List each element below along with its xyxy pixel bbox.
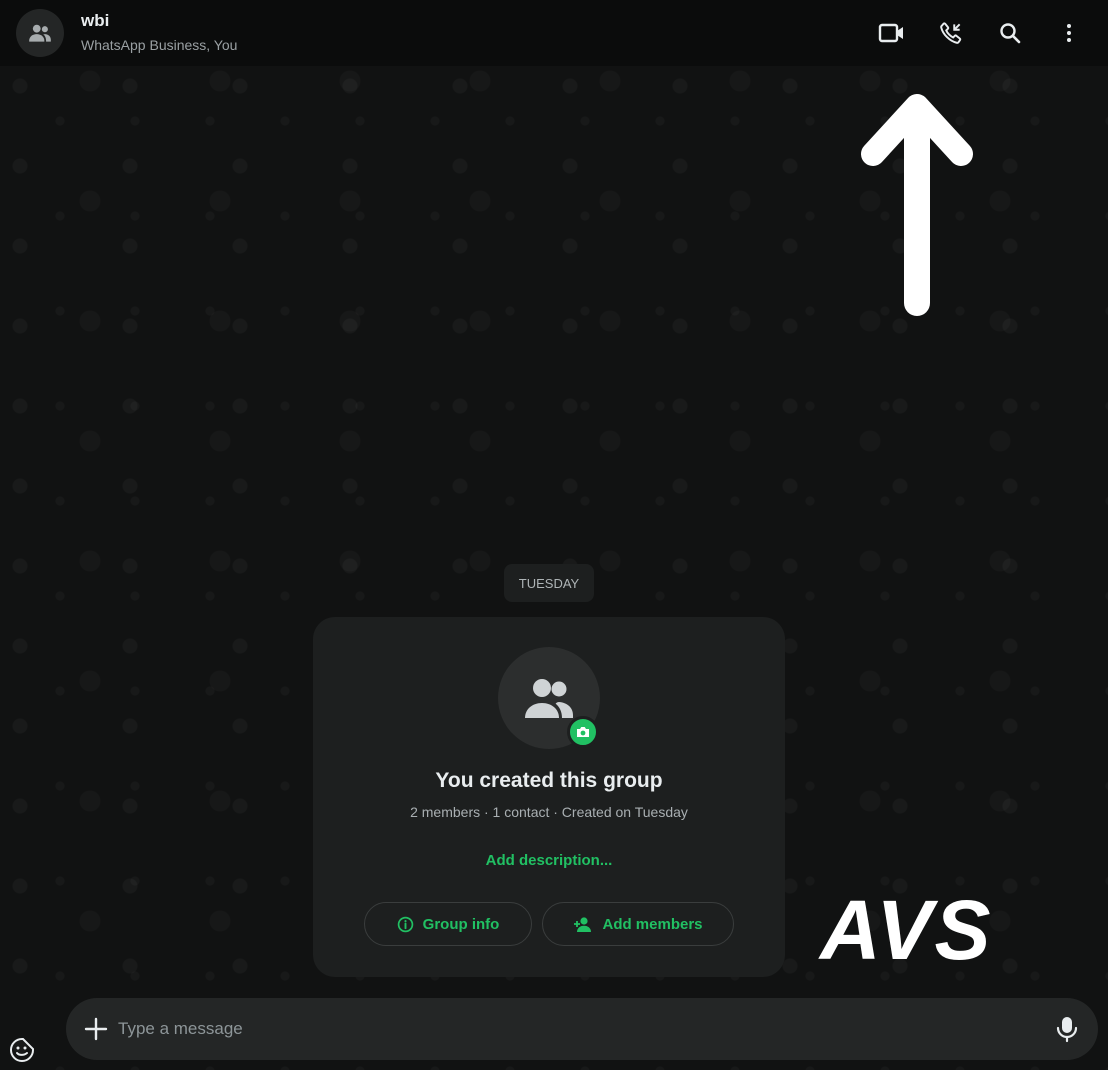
chat-subtitle: WhatsApp Business, You bbox=[81, 37, 238, 53]
card-meta: 2 members · 1 contact · Created on Tuesd… bbox=[410, 804, 688, 820]
message-composer bbox=[66, 998, 1098, 1060]
phone-icon bbox=[940, 22, 962, 44]
group-info-label: Group info bbox=[422, 915, 500, 933]
plus-icon[interactable] bbox=[82, 1015, 110, 1043]
group-info-button[interactable]: Group info bbox=[364, 902, 532, 946]
voice-call-button[interactable] bbox=[932, 14, 970, 52]
add-description-link[interactable]: Add description... bbox=[313, 852, 785, 869]
microphone-icon[interactable] bbox=[1052, 1014, 1082, 1044]
menu-button[interactable] bbox=[1050, 14, 1088, 52]
info-icon bbox=[397, 916, 413, 932]
search-button[interactable] bbox=[991, 14, 1029, 52]
video-camera-icon bbox=[878, 23, 903, 43]
video-call-button[interactable] bbox=[873, 14, 911, 52]
whatsapp-chat-window: wbi WhatsApp Business, You TUESDAY You c… bbox=[0, 0, 1108, 1070]
up-arrow-icon bbox=[861, 94, 973, 316]
sticker-icon[interactable] bbox=[9, 1037, 35, 1063]
group-avatar[interactable] bbox=[16, 9, 64, 57]
date-separator: TUESDAY bbox=[504, 564, 594, 602]
chat-title-block[interactable]: wbi WhatsApp Business, You bbox=[81, 10, 237, 55]
add-members-button[interactable]: Add members bbox=[542, 902, 734, 946]
add-members-label: Add members bbox=[602, 915, 703, 933]
search-icon bbox=[1000, 23, 1021, 44]
kebab-menu-icon bbox=[1067, 24, 1071, 42]
chat-name: wbi bbox=[81, 11, 110, 30]
group-icon bbox=[29, 24, 51, 42]
watermark-text: AVS bbox=[820, 883, 993, 977]
message-input[interactable] bbox=[118, 1012, 1018, 1046]
group-created-card: You created this group 2 members · 1 con… bbox=[313, 617, 785, 977]
group-icon bbox=[525, 679, 573, 718]
camera-icon bbox=[577, 727, 589, 737]
card-title: You created this group bbox=[435, 769, 663, 792]
add-person-icon bbox=[574, 916, 592, 932]
chat-header: wbi WhatsApp Business, You bbox=[0, 0, 1108, 66]
change-photo-button[interactable] bbox=[567, 716, 599, 748]
